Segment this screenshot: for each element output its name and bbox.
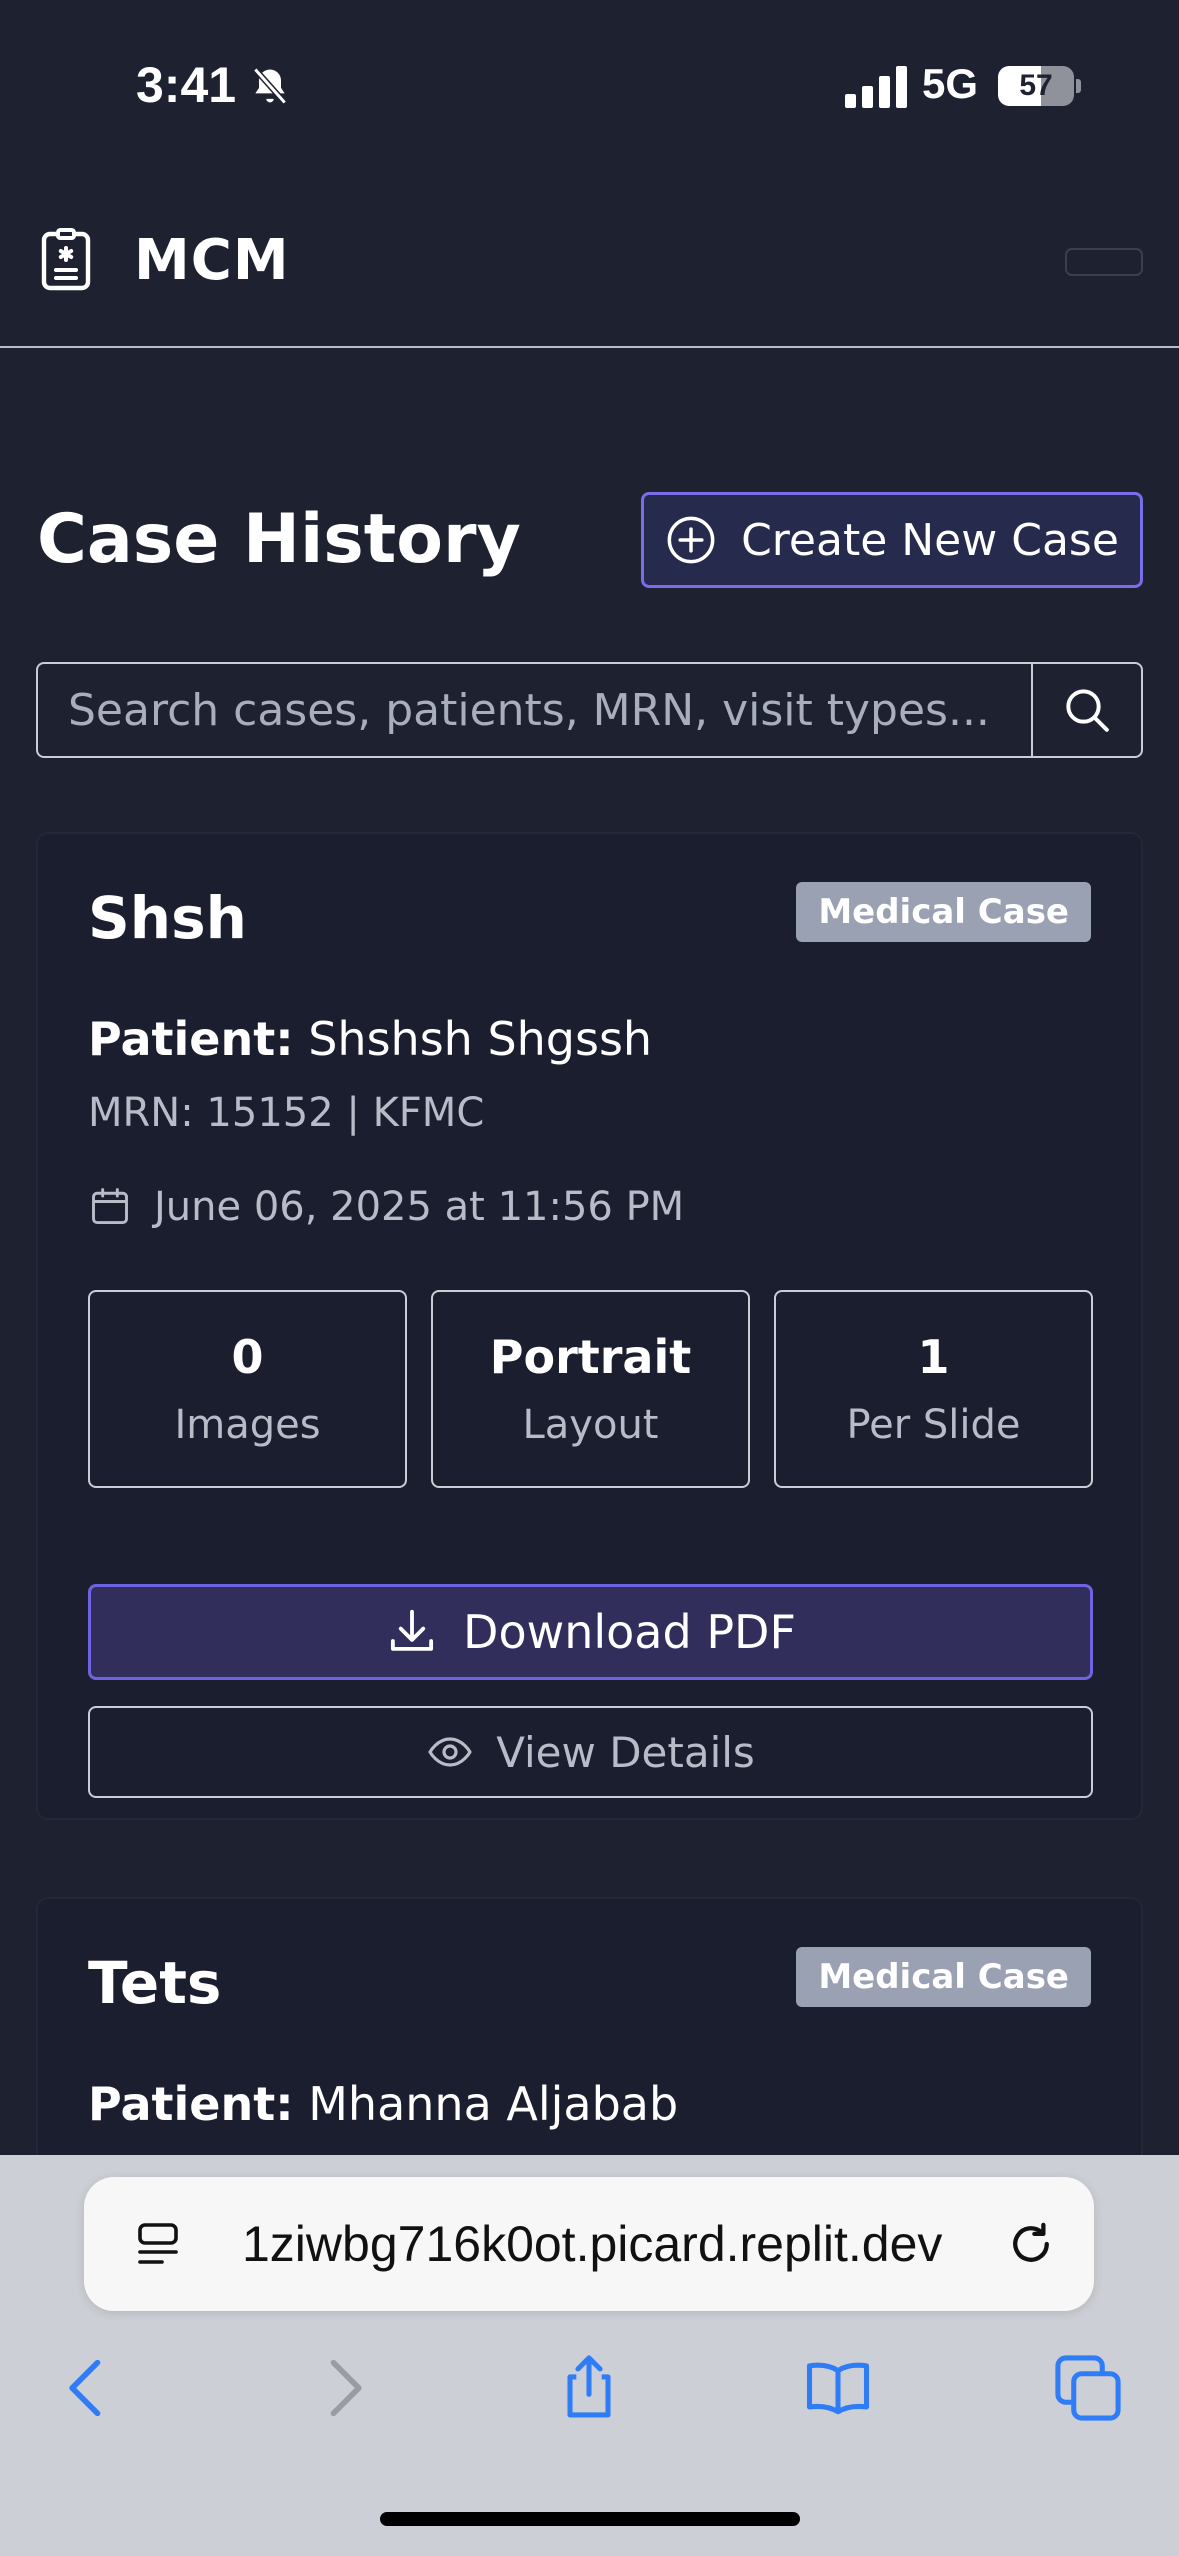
plus-circle-icon bbox=[667, 516, 715, 564]
battery-percent: 57 bbox=[1019, 69, 1053, 102]
browser-toolbar: 1ziwbg716k0ot.picard.replit.dev bbox=[0, 2155, 1179, 2556]
search-placeholder: Search cases, patients, MRN, visit types… bbox=[68, 684, 990, 736]
stat-per-slide: 1 Per Slide bbox=[774, 1290, 1093, 1488]
battery-icon: 57 bbox=[998, 66, 1081, 106]
patient-line: Patient: Mhanna Aljabab bbox=[88, 2077, 678, 2131]
create-new-case-button[interactable]: Create New Case bbox=[641, 492, 1143, 588]
stat-label: Layout bbox=[522, 1402, 659, 1448]
stat-label: Per Slide bbox=[846, 1402, 1021, 1448]
network-label: 5G bbox=[922, 60, 979, 107]
signal-icon bbox=[845, 66, 907, 108]
case-date: June 06, 2025 at 11:56 PM bbox=[88, 1184, 684, 1230]
mrn-line: MRN: 15152 | KFMC bbox=[88, 1090, 485, 1136]
address-bar[interactable]: 1ziwbg716k0ot.picard.replit.dev bbox=[84, 2177, 1094, 2311]
menu-toggle-button[interactable] bbox=[1065, 248, 1143, 276]
status-time: 3:41 bbox=[136, 57, 237, 113]
patient-line: Patient: Shshsh Shgssh bbox=[88, 1012, 652, 1066]
search-button[interactable] bbox=[1031, 662, 1143, 758]
bookmarks-icon[interactable] bbox=[800, 2350, 876, 2426]
forward-icon[interactable] bbox=[305, 2350, 381, 2426]
download-pdf-label: Download PDF bbox=[463, 1605, 796, 1659]
status-bar: 3:41 5G 57 bbox=[0, 0, 1179, 170]
case-type-badge: Medical Case bbox=[796, 1947, 1091, 2007]
create-new-case-label: Create New Case bbox=[741, 514, 1119, 566]
reload-icon[interactable] bbox=[1004, 2217, 1058, 2271]
stat-label: Images bbox=[174, 1402, 321, 1448]
case-date-text: June 06, 2025 at 11:56 PM bbox=[154, 1184, 685, 1230]
eye-icon bbox=[428, 1737, 472, 1767]
page-menu-icon[interactable] bbox=[134, 2219, 182, 2271]
download-pdf-button[interactable]: Download PDF bbox=[88, 1584, 1093, 1680]
patient-label: Patient: bbox=[88, 1012, 294, 1066]
patient-label: Patient: bbox=[88, 2077, 294, 2131]
search-input[interactable]: Search cases, patients, MRN, visit types… bbox=[36, 662, 1033, 758]
url-text: 1ziwbg716k0ot.picard.replit.dev bbox=[242, 2216, 943, 2272]
case-title: Shsh bbox=[88, 884, 247, 952]
patient-name: Mhanna Aljabab bbox=[308, 2077, 679, 2131]
app-header: MCM bbox=[0, 170, 1179, 348]
stat-value: 1 bbox=[917, 1330, 950, 1384]
view-details-button[interactable]: View Details bbox=[88, 1706, 1093, 1798]
search-icon bbox=[1066, 689, 1109, 732]
page-title: Case History bbox=[37, 500, 521, 579]
bell-off-icon bbox=[253, 67, 287, 105]
case-type-badge: Medical Case bbox=[796, 882, 1091, 942]
patient-name: Shshsh Shgssh bbox=[308, 1012, 653, 1066]
case-stats: 0 Images Portrait Layout 1 Per Slide bbox=[88, 1290, 1093, 1488]
medical-id-icon bbox=[41, 228, 91, 291]
calendar-icon bbox=[92, 1188, 128, 1225]
stat-value: 0 bbox=[231, 1330, 264, 1384]
case-card: Shsh Medical Case Patient: Shshsh Shgssh… bbox=[36, 832, 1143, 1820]
stat-layout: Portrait Layout bbox=[431, 1290, 750, 1488]
stat-images: 0 Images bbox=[88, 1290, 407, 1488]
home-indicator bbox=[380, 2512, 800, 2526]
app-title: MCM bbox=[134, 228, 290, 293]
stat-value: Portrait bbox=[489, 1330, 692, 1384]
tabs-icon[interactable] bbox=[1050, 2350, 1126, 2426]
download-icon bbox=[391, 1609, 434, 1651]
share-icon[interactable] bbox=[551, 2350, 627, 2426]
back-icon[interactable] bbox=[50, 2350, 126, 2426]
case-title: Tets bbox=[88, 1949, 222, 2017]
view-details-label: View Details bbox=[496, 1727, 755, 1777]
